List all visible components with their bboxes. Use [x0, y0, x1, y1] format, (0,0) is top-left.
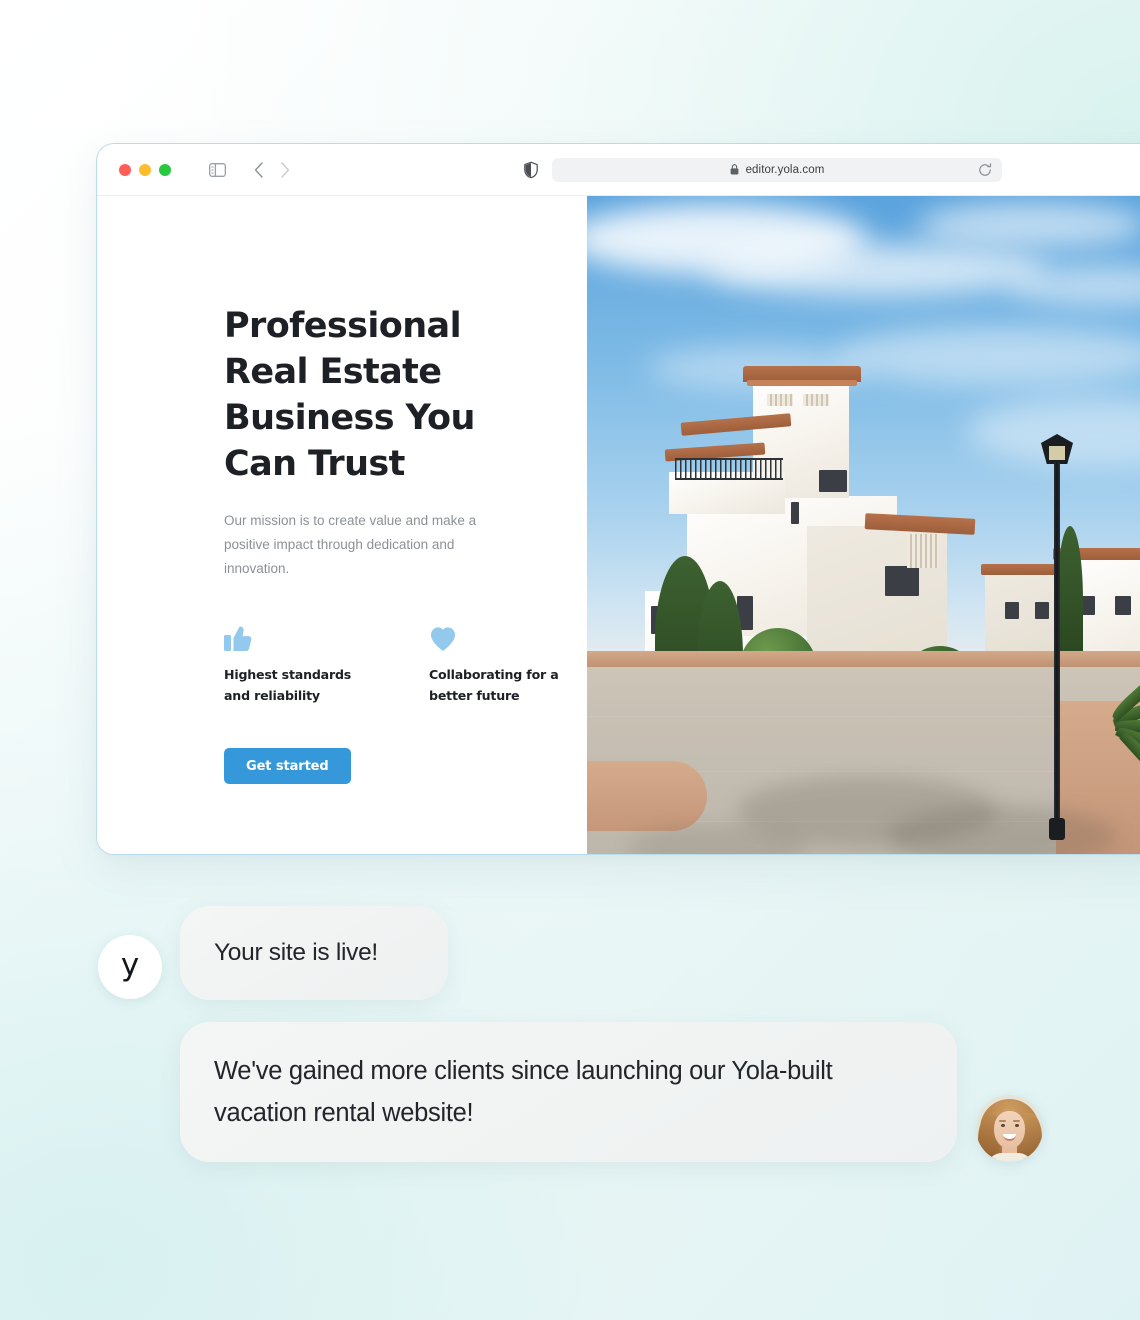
- heart-icon: [429, 618, 574, 652]
- lock-icon: [730, 164, 739, 175]
- cloud-shape: [707, 244, 1047, 296]
- feature-label: Collaborating for a better future: [429, 667, 559, 703]
- avatar-eye: [1001, 1124, 1005, 1127]
- hero-feature-list: Highest standards and reliability Collab…: [224, 618, 587, 706]
- tower-vent: [803, 394, 829, 406]
- get-started-button[interactable]: Get started: [224, 748, 351, 784]
- window: [885, 566, 919, 596]
- thumbs-up-icon: [224, 618, 369, 652]
- window: [791, 502, 799, 524]
- browser-window: editor.yola.com Professional Real Estate…: [96, 143, 1140, 855]
- avatar-eyebrow: [999, 1120, 1006, 1122]
- wall-vent: [907, 534, 939, 568]
- cloud-shape: [917, 202, 1140, 248]
- lamp-glass: [1049, 446, 1065, 460]
- page-background: editor.yola.com Professional Real Estate…: [0, 0, 1140, 1320]
- url-text: editor.yola.com: [745, 163, 825, 176]
- feature-item-collaboration: Collaborating for a better future: [429, 618, 574, 706]
- avatar-eyebrow: [1013, 1120, 1020, 1122]
- balcony-railing: [675, 458, 783, 480]
- system-message-text: Your site is live!: [214, 939, 378, 966]
- yola-logo-mark: y: [120, 946, 140, 983]
- customer-avatar: [976, 1095, 1043, 1162]
- lamp-pole: [1054, 462, 1060, 824]
- forward-chevron-icon[interactable]: [280, 161, 290, 178]
- hero-headline: Professional Real Estate Business You Ca…: [224, 306, 475, 484]
- back-chevron-icon[interactable]: [254, 161, 264, 178]
- hero-subtext: Our mission is to create value and make …: [224, 513, 477, 576]
- street-lamp: [1027, 434, 1087, 854]
- palm-plant: [1085, 666, 1140, 796]
- tower-vent: [767, 394, 793, 406]
- url-bar[interactable]: editor.yola.com: [552, 157, 1002, 182]
- sidewalk-apron: [587, 761, 707, 831]
- lamp-base: [1049, 818, 1065, 840]
- chat-bubble-testimonial: We've gained more clients since launchin…: [180, 1022, 957, 1162]
- reload-icon[interactable]: [978, 162, 992, 177]
- feature-item-standards: Highest standards and reliability: [224, 618, 369, 706]
- feature-label: Highest standards and reliability: [224, 667, 352, 703]
- close-window-button[interactable]: [119, 163, 131, 176]
- hero-copy-column: Professional Real Estate Business You Ca…: [97, 196, 587, 854]
- window: [819, 470, 847, 492]
- window: [1115, 596, 1131, 615]
- window-traffic-lights: [119, 163, 171, 176]
- testimonial-text: We've gained more clients since launchin…: [214, 1057, 833, 1127]
- avatar-eye: [1015, 1124, 1019, 1127]
- tower-roof-lip: [747, 380, 857, 386]
- maximize-window-button[interactable]: [159, 163, 171, 176]
- site-viewport: Professional Real Estate Business You Ca…: [97, 196, 1140, 854]
- chat-bubble-system: Your site is live!: [180, 906, 448, 1000]
- avatar-face: [994, 1111, 1025, 1149]
- yola-brand-avatar: y: [98, 935, 162, 999]
- minimize-window-button[interactable]: [139, 163, 151, 176]
- hero-image: [587, 196, 1140, 854]
- sidebar-toggle-icon[interactable]: [209, 162, 226, 177]
- window: [1005, 602, 1019, 619]
- browser-toolbar: editor.yola.com: [97, 144, 1140, 196]
- cloud-shape: [837, 326, 1140, 386]
- shield-icon[interactable]: [524, 161, 538, 178]
